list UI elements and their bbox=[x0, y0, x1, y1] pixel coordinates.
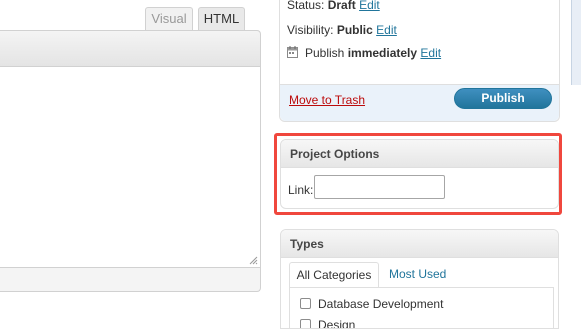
move-to-trash-link[interactable]: Move to Trash bbox=[289, 93, 365, 107]
category-label: Design bbox=[318, 318, 356, 329]
category-checkbox[interactable] bbox=[300, 319, 311, 328]
visibility-edit-link[interactable]: Edit bbox=[376, 23, 397, 37]
publish-time-row: Publish immediately Edit bbox=[305, 46, 441, 60]
link-input[interactable] bbox=[314, 175, 445, 199]
types-title: Types bbox=[281, 230, 558, 258]
status-row: Status: Draft Edit bbox=[287, 0, 380, 12]
tab-visual[interactable]: Visual bbox=[145, 7, 193, 30]
visibility-label: Visibility: bbox=[287, 23, 334, 37]
category-label: Database Development bbox=[318, 297, 444, 311]
status-value: Draft bbox=[327, 0, 356, 12]
status-edit-link[interactable]: Edit bbox=[359, 0, 380, 12]
project-options-box: Project Options Link: bbox=[280, 139, 559, 209]
editor-toolbar bbox=[0, 30, 261, 67]
content-editor[interactable] bbox=[0, 66, 261, 268]
tab-all-categories[interactable]: All Categories bbox=[289, 262, 379, 288]
visibility-value: Public bbox=[336, 23, 373, 37]
window-edge bbox=[571, 0, 581, 85]
publish-time-value: immediately bbox=[347, 46, 418, 60]
types-box: Types All Categories Most Used Database … bbox=[280, 229, 559, 329]
category-list: Database Development Design bbox=[289, 287, 554, 329]
visibility-row: Visibility: Public Edit bbox=[287, 23, 397, 37]
category-checkbox[interactable] bbox=[300, 298, 311, 309]
publish-time-label: Publish bbox=[305, 46, 345, 60]
editor-statusbar bbox=[0, 268, 261, 292]
link-label: Link: bbox=[288, 183, 314, 197]
status-label: Status: bbox=[287, 0, 325, 12]
publish-time-edit-link[interactable]: Edit bbox=[420, 46, 441, 60]
publish-button[interactable]: Publish bbox=[454, 88, 552, 109]
resize-grip-icon[interactable] bbox=[249, 256, 258, 265]
calendar-icon bbox=[287, 46, 298, 58]
tab-html[interactable]: HTML bbox=[198, 7, 245, 30]
project-options-title: Project Options bbox=[281, 140, 558, 168]
tab-most-used[interactable]: Most Used bbox=[389, 267, 446, 281]
